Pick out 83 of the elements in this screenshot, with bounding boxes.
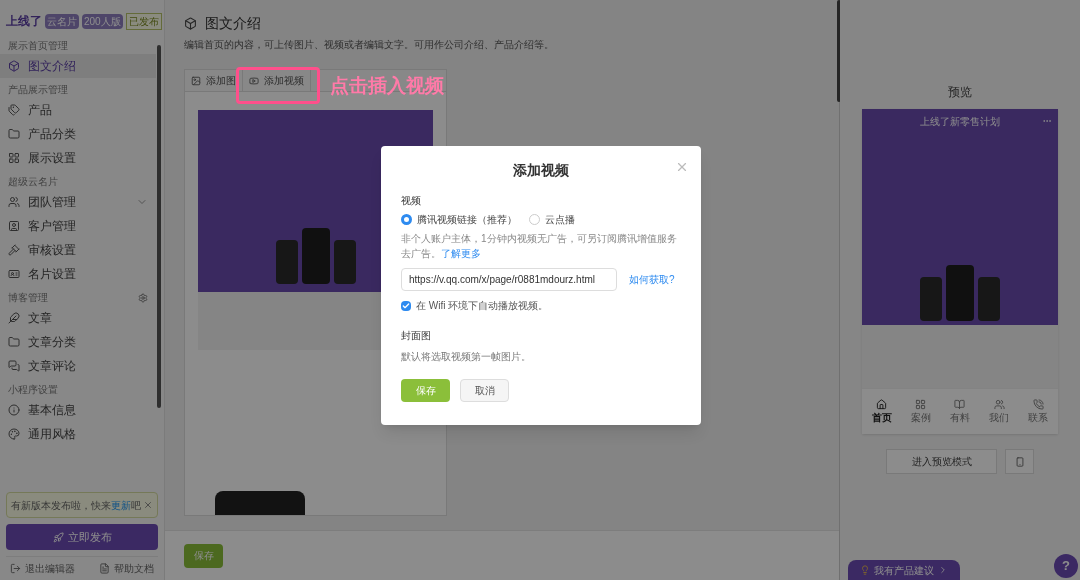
scrollbar[interactable] <box>157 45 161 408</box>
update-notice: 有新版本发布啦，快来更新吧 <box>11 498 141 513</box>
lightbulb-icon <box>860 565 870 575</box>
home-icon <box>876 398 888 410</box>
section-title: 展示首页管理 <box>8 39 68 53</box>
users-icon <box>993 398 1005 410</box>
radio-option[interactable]: 腾讯视频链接（推荐） <box>401 212 517 227</box>
settings-icon[interactable] <box>138 292 148 303</box>
dialog-title: 添加视频 <box>512 161 570 180</box>
rocket-icon <box>52 531 64 543</box>
help-button[interactable]: ? <box>1054 554 1078 578</box>
url-input[interactable]: https://v.qq.com/x/page/r0881mdourz.html <box>401 268 617 291</box>
palette-icon <box>8 428 20 440</box>
footer-link[interactable]: 帮助文档 <box>99 561 154 576</box>
checkbox[interactable] <box>401 300 411 311</box>
radio-option[interactable]: 云点播 <box>529 212 575 227</box>
tab-bar-item[interactable]: 案例 <box>910 398 931 425</box>
user-icon <box>8 220 20 232</box>
sidebar-item[interactable]: 产品分类 <box>0 122 156 146</box>
tab-bar-item[interactable]: 首页 <box>871 398 892 425</box>
preview-mode-button[interactable]: 进入预览模式 <box>886 449 997 474</box>
document-icon <box>99 563 110 574</box>
tab-bar-item[interactable]: 联系 <box>1028 398 1049 425</box>
toolbar-tab[interactable]: 添加图 <box>185 70 243 91</box>
preview-title: 预览 <box>948 84 972 101</box>
tag-icon <box>8 104 20 116</box>
phone-icon <box>1014 456 1025 467</box>
sidebar-item[interactable]: 审核设置 <box>0 238 156 262</box>
folder-icon <box>8 128 20 140</box>
folder-icon <box>8 336 20 348</box>
sidebar-item[interactable]: 产品 <box>0 98 156 122</box>
sidebar-item[interactable]: 文章评论 <box>0 354 156 378</box>
video-icon <box>249 75 259 86</box>
comments-icon <box>8 360 20 372</box>
mobile-preview-button[interactable] <box>1005 449 1034 474</box>
update-link[interactable]: 更新 <box>111 499 131 511</box>
feather-icon <box>8 312 20 324</box>
sidebar-item[interactable]: 文章 <box>0 306 156 330</box>
logo: 上线了 <box>6 13 42 30</box>
sidebar-item[interactable]: 名片设置 <box>0 262 156 286</box>
close-icon[interactable] <box>675 160 689 174</box>
cube-icon <box>184 17 197 30</box>
radio-button[interactable] <box>401 214 412 225</box>
how-to-get-link[interactable]: 如何获取? <box>629 272 675 287</box>
sidebar-item[interactable]: 团队管理 <box>0 190 156 214</box>
autoplay-label: 在 Wifi 环境下自动播放视频。 <box>416 299 549 313</box>
cover-hint: 默认将选取视频第一帧图片。 <box>401 350 532 364</box>
learn-more-link[interactable]: 了解更多 <box>441 248 481 259</box>
cube-icon <box>8 60 20 72</box>
feedback-button[interactable]: 我有产品建议 <box>848 560 960 580</box>
publish-button[interactable]: 立即发布 <box>6 524 158 550</box>
info-icon <box>8 404 20 416</box>
phone-icon <box>1032 398 1044 410</box>
exit-icon <box>10 563 21 574</box>
app-title: 上线了新零售计划 <box>920 114 1000 129</box>
field-label: 封面图 <box>401 329 432 343</box>
sidebar-item[interactable]: 基本信息 <box>0 398 156 422</box>
toolbar-tab[interactable]: 添加视频 <box>243 70 311 91</box>
sidebar-item[interactable]: 文章分类 <box>0 330 156 354</box>
tab-bar-item[interactable]: 有料 <box>949 398 970 425</box>
field-label: 视频 <box>401 194 422 208</box>
cancel-button[interactable]: 取消 <box>460 379 509 402</box>
grid-icon <box>915 398 927 410</box>
sidebar-item[interactable]: 展示设置 <box>0 146 156 170</box>
image-icon <box>191 75 201 86</box>
annotation-text: 点击插入视频 <box>330 74 444 98</box>
sidebar-item[interactable]: 图文介绍 <box>0 54 156 78</box>
page-title: 图文介绍 <box>205 14 261 33</box>
published-badge: 已发布 <box>125 12 162 30</box>
sidebar-item[interactable]: 通用风格 <box>0 422 156 446</box>
gavel-icon <box>8 244 20 256</box>
footer-link[interactable]: 退出编辑器 <box>10 561 75 576</box>
grid-icon <box>8 152 20 164</box>
team-icon <box>8 196 20 208</box>
card-icon <box>8 268 20 280</box>
book-icon <box>954 398 966 410</box>
sidebar-item[interactable]: 客户管理 <box>0 214 156 238</box>
close-icon[interactable] <box>143 500 153 510</box>
tab-bar-item[interactable]: 我们 <box>989 398 1010 425</box>
chevron-icon <box>938 565 948 575</box>
hint-text: 非个人账户主体，1分钟内视频无广告，可另订阅腾讯增值服务去广告。了解更多 <box>401 232 678 261</box>
section-title: 博客管理 <box>8 291 48 305</box>
section-title: 超级云名片 <box>8 175 58 189</box>
